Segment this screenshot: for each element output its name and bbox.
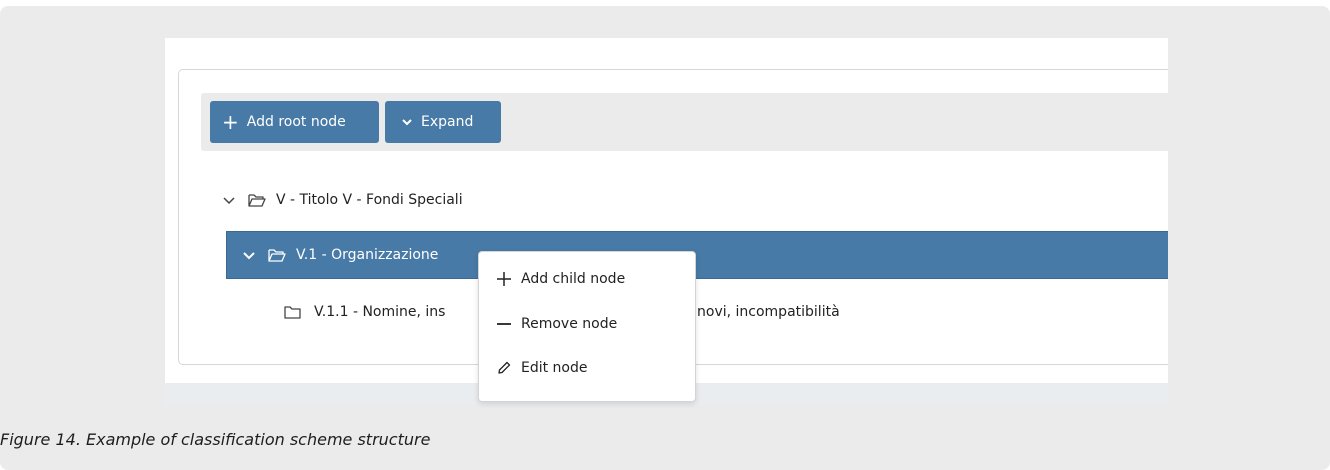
remove-node-menu-item[interactable]: Remove node (496, 316, 617, 332)
tree-node-label: V.1.1 - Nomine, ins (314, 304, 446, 320)
folder-open-icon (268, 249, 286, 262)
expand-label: Expand (421, 114, 474, 130)
tree-node-label-tail: novi, incompatibilità (697, 300, 840, 324)
figure-caption: Figure 14. Example of classification sch… (0, 430, 431, 449)
tree-node-label-tail-text: novi, incompatibilità (697, 304, 840, 320)
tree-node-label: V - Titolo V - Fondi Speciali (276, 192, 463, 208)
page: + Add root node Expand V - Titolo V - Fo… (0, 0, 1330, 470)
menu-item-label: Remove node (521, 316, 618, 332)
chevron-down-icon (402, 119, 412, 126)
plus-icon (496, 271, 516, 287)
menu-item-label: Add child node (521, 271, 626, 287)
plus-icon: + (222, 110, 239, 134)
chevron-down-icon[interactable] (222, 193, 236, 207)
edit-node-menu-item[interactable]: Edit node (496, 360, 588, 376)
folder-open-icon (248, 194, 266, 207)
tree-node-v[interactable]: V - Titolo V - Fondi Speciali (222, 188, 463, 212)
expand-button[interactable]: Expand (385, 101, 501, 143)
add-child-node-menu-item[interactable]: Add child node (496, 271, 625, 287)
add-root-node-label: Add root node (246, 114, 346, 130)
tree-node-v1[interactable]: V.1 - Organizzazione (242, 243, 438, 267)
chevron-down-icon[interactable] (242, 248, 256, 262)
context-menu: Add child node Remove node Edit node (478, 251, 696, 402)
tree-node-v11[interactable]: V.1.1 - Nomine, ins (284, 300, 445, 324)
tree-node-label: V.1 - Organizzazione (296, 247, 439, 263)
add-root-node-button[interactable]: + Add root node (210, 101, 379, 143)
minus-icon (496, 316, 516, 332)
pencil-icon (496, 360, 516, 376)
folder-icon (284, 306, 301, 319)
menu-item-label: Edit node (521, 360, 588, 376)
